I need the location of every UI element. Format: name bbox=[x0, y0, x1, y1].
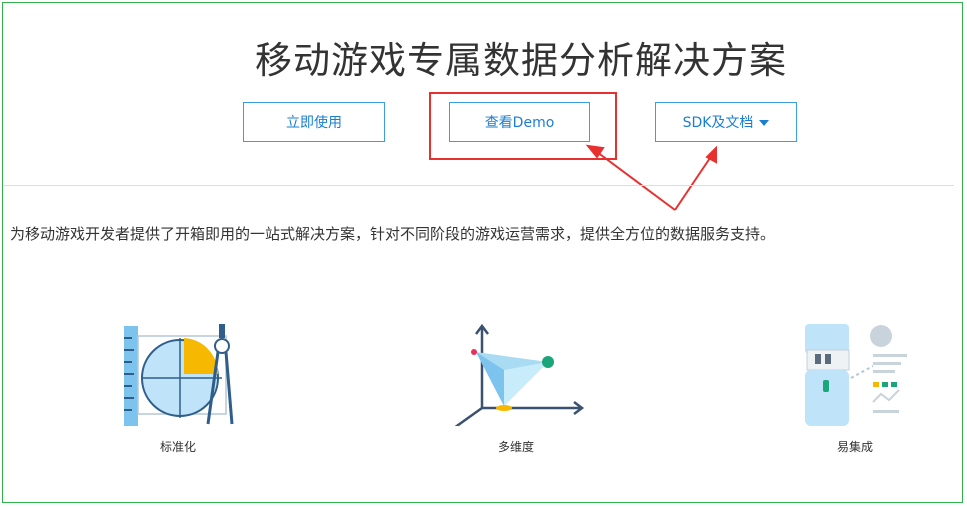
usb-integration-icon bbox=[805, 324, 907, 426]
ruler-compass-icon bbox=[124, 324, 234, 426]
annotation-arrow-sdk bbox=[674, 154, 713, 211]
feature-label: 易集成 bbox=[836, 440, 873, 454]
feature-label: 多维度 bbox=[497, 440, 534, 454]
feature-easy-integration: 易集成 bbox=[785, 320, 925, 455]
feature-multidimensional: 多维度 bbox=[446, 320, 586, 455]
feature-label: 标准化 bbox=[159, 440, 196, 454]
intro-description: 为移动游戏开发者提供了开箱即用的一站式解决方案，针对不同阶段的游戏运营需求，提供… bbox=[10, 225, 776, 243]
section-divider bbox=[4, 185, 954, 186]
annotation-arrow-demo bbox=[596, 151, 676, 211]
feature-standardization: 标准化 bbox=[108, 320, 248, 455]
3d-axis-icon bbox=[454, 323, 585, 426]
